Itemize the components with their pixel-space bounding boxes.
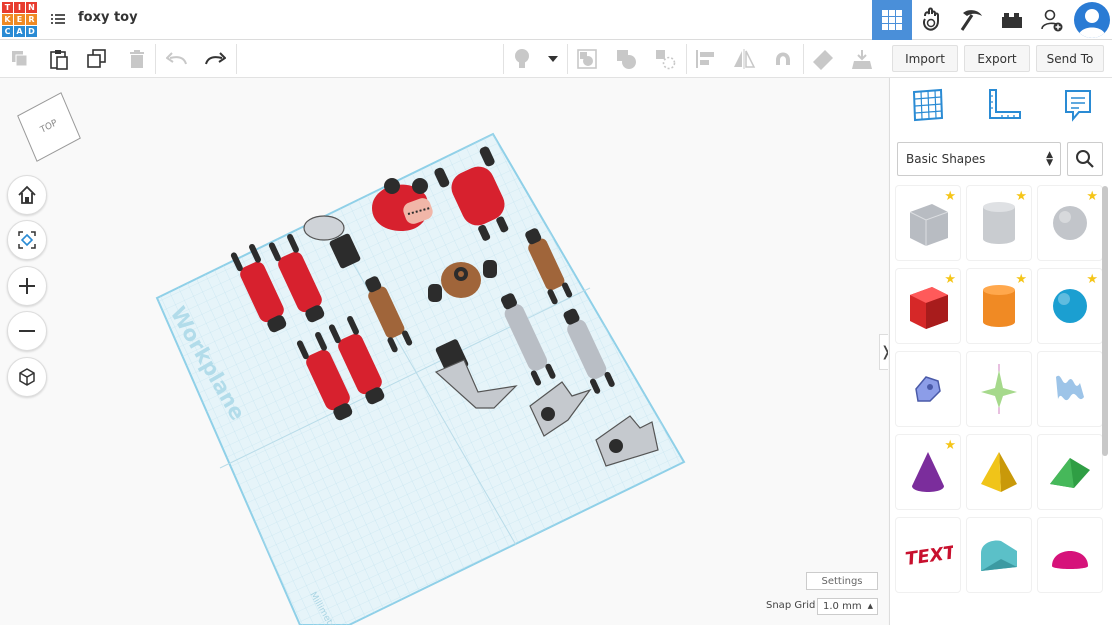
light-icon[interactable] xyxy=(509,46,535,72)
snap-grid-value: 1.0 mm xyxy=(823,601,862,612)
workplane-canvas[interactable]: Workplane Millimeters TOP Settings Snap … xyxy=(0,78,888,625)
shape-half-sphere[interactable] xyxy=(1038,518,1102,592)
delete-icon[interactable] xyxy=(124,46,150,72)
logo-letter: I xyxy=(14,2,25,13)
zoom-in-icon[interactable] xyxy=(7,266,47,306)
user-avatar[interactable] xyxy=(1074,2,1110,38)
export-button[interactable]: Export xyxy=(964,45,1030,72)
snap-grid-arrow-icon: ▲ xyxy=(867,602,873,610)
light-dropdown-icon[interactable] xyxy=(542,46,564,72)
mirror-icon[interactable] xyxy=(731,46,757,72)
favorite-star-icon: ★ xyxy=(944,438,956,453)
fit-view-icon[interactable] xyxy=(7,220,47,260)
grid-view-icon[interactable] xyxy=(872,0,912,40)
paste-icon[interactable] xyxy=(46,46,72,72)
shape-sphere-hole[interactable]: ★ xyxy=(1038,186,1102,260)
panel-scrollbar[interactable] xyxy=(1102,186,1108,456)
select-arrows-icon: ▲ ▼ xyxy=(1046,150,1053,168)
shape-cone[interactable]: ★ xyxy=(896,435,960,509)
bricks-icon[interactable] xyxy=(992,0,1032,40)
hole-icon[interactable] xyxy=(652,46,678,72)
logo-letter: E xyxy=(14,14,25,25)
tinker-hand-icon[interactable] xyxy=(912,0,952,40)
redo-icon[interactable] xyxy=(202,46,228,72)
shape-library-value: Basic Shapes xyxy=(906,152,986,166)
magnet-icon[interactable] xyxy=(770,46,796,72)
logo-letter: N xyxy=(26,2,37,13)
top-bar: TIN KER CAD foxy toy xyxy=(0,0,1112,40)
shape-library-select[interactable]: Basic Shapes ▲ ▼ xyxy=(897,142,1061,176)
home-icon[interactable] xyxy=(7,175,47,215)
panel-collapse-icon[interactable]: ❭ xyxy=(879,334,888,370)
shape-shape-generator[interactable] xyxy=(967,352,1031,426)
edit-toolbar xyxy=(0,40,888,78)
import-button[interactable]: Import xyxy=(892,45,958,72)
shape-pyramid[interactable] xyxy=(967,435,1031,509)
add-user-icon[interactable] xyxy=(1032,0,1072,40)
design-title[interactable]: foxy toy xyxy=(78,10,138,25)
pickaxe-icon[interactable] xyxy=(952,0,992,40)
search-icon[interactable] xyxy=(1067,142,1103,176)
snap-grid-label: Snap Grid xyxy=(766,600,816,611)
logo-letter: R xyxy=(26,14,37,25)
shape-roof[interactable] xyxy=(1038,435,1102,509)
shape-sphere[interactable]: ★ xyxy=(1038,269,1102,343)
favorite-star-icon: ★ xyxy=(1015,189,1027,204)
send-to-button[interactable]: Send To xyxy=(1036,45,1104,72)
ruler-tab-icon[interactable] xyxy=(986,88,1022,126)
workplane-tab-icon[interactable] xyxy=(911,88,945,126)
duplicate-icon[interactable] xyxy=(84,46,110,72)
workplane-scene[interactable]: Workplane Millimeters xyxy=(0,78,888,625)
shape-box-hole[interactable]: ★ xyxy=(896,186,960,260)
action-bar: Import Export Send To xyxy=(888,40,1112,78)
shape-cylinder[interactable]: ★ xyxy=(967,269,1031,343)
shape-text[interactable]: TEXT xyxy=(896,518,960,592)
align-icon[interactable] xyxy=(692,46,718,72)
ortho-view-icon[interactable] xyxy=(7,357,47,397)
favorite-star-icon: ★ xyxy=(1086,189,1098,204)
snap-grid-select[interactable]: 1.0 mm ▲ xyxy=(817,598,878,615)
logo-letter: D xyxy=(26,26,37,37)
logo-letter: K xyxy=(2,14,13,25)
logo-letter: C xyxy=(2,26,13,37)
shape-scribble[interactable] xyxy=(896,352,960,426)
shape-round-roof[interactable] xyxy=(967,518,1031,592)
shape-text-wave[interactable] xyxy=(1038,352,1102,426)
undo-icon[interactable] xyxy=(164,46,190,72)
favorite-star-icon: ★ xyxy=(944,189,956,204)
favorite-star-icon: ★ xyxy=(944,272,956,287)
logo-letter: A xyxy=(14,26,25,37)
shape-box[interactable]: ★ xyxy=(896,269,960,343)
tinkercad-logo[interactable]: TIN KER CAD xyxy=(2,2,38,38)
svg-text:TEXT: TEXT xyxy=(904,542,953,570)
shapes-panel: Basic Shapes ▲ ▼ ★ ★ ★ ★ ★ ★ ★ TEXT xyxy=(889,78,1112,625)
logo-letter: T xyxy=(2,2,13,13)
group-icon[interactable] xyxy=(574,46,600,72)
favorite-star-icon: ★ xyxy=(1015,272,1027,287)
zoom-out-icon[interactable] xyxy=(7,311,47,351)
shape-cylinder-hole[interactable]: ★ xyxy=(967,186,1031,260)
drop-icon[interactable] xyxy=(849,46,875,72)
design-menu-icon[interactable] xyxy=(50,11,66,27)
favorite-star-icon: ★ xyxy=(1086,272,1098,287)
notes-tab-icon[interactable] xyxy=(1063,88,1093,126)
settings-button[interactable]: Settings xyxy=(806,572,878,590)
ruler-icon[interactable] xyxy=(810,46,836,72)
copy-icon[interactable] xyxy=(7,46,33,72)
ungroup-icon[interactable] xyxy=(613,46,639,72)
